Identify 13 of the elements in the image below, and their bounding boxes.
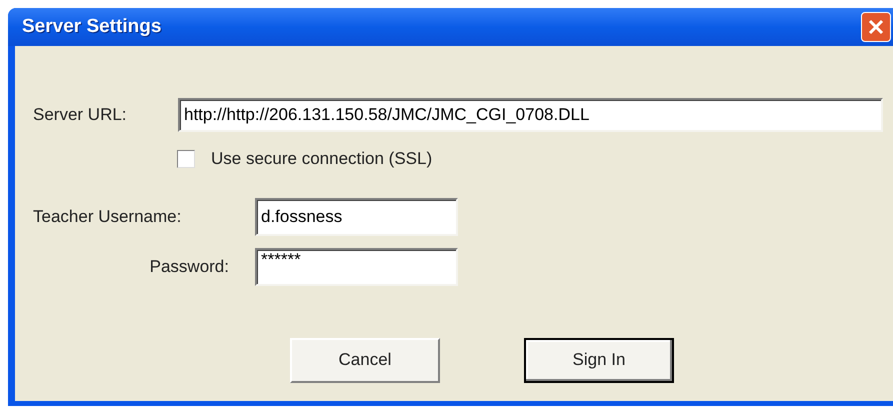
window-title: Server Settings (22, 14, 162, 39)
close-icon (867, 18, 885, 36)
cancel-button[interactable]: Cancel (290, 338, 440, 382)
sign-in-button[interactable]: Sign In (524, 338, 674, 382)
ssl-label: Use secure connection (SSL) (211, 148, 432, 170)
username-label: Teacher Username: (33, 206, 182, 228)
password-label: Password: (148, 256, 230, 278)
password-field[interactable]: ****** (255, 248, 458, 286)
server-url-label: Server URL: (33, 104, 128, 126)
close-button[interactable] (861, 12, 891, 42)
ssl-checkbox[interactable] (177, 150, 195, 168)
server-url-field[interactable]: http://http://206.131.150.58/JMC/JMC_CGI_0708.DLL (178, 98, 883, 132)
username-field[interactable]: d.fossness (255, 198, 458, 236)
